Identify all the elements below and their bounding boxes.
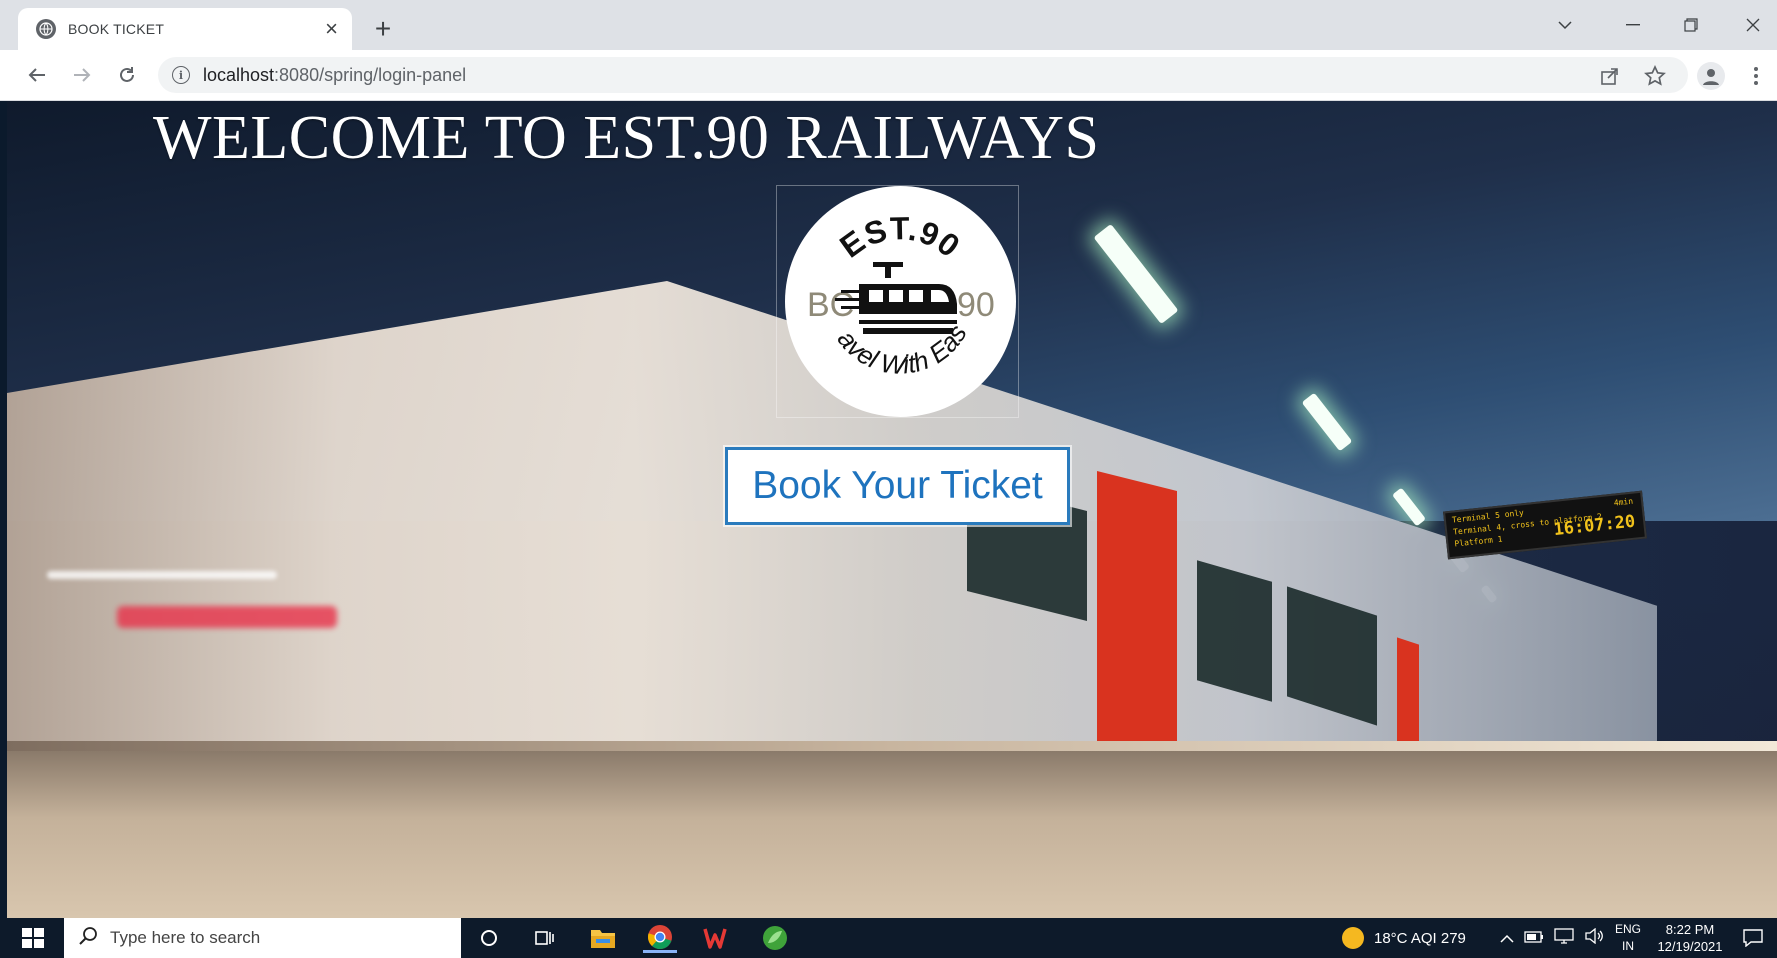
profile-icon[interactable]	[1697, 62, 1725, 90]
chevron-up-icon[interactable]	[1500, 930, 1514, 947]
language-indicator[interactable]: ENG IN	[1608, 921, 1648, 955]
minimize-icon[interactable]	[1610, 8, 1656, 42]
file-explorer-icon[interactable]	[586, 923, 620, 953]
page-title: WELCOME TO EST.90 RAILWAYS	[153, 104, 1100, 172]
windows-start-icon[interactable]	[22, 928, 44, 948]
close-window-icon[interactable]	[1730, 8, 1776, 42]
railway-logo: EST.90 BC 90 avel With Eas	[778, 162, 1016, 417]
logo-frame: EST.90 BC 90 avel With Eas	[776, 162, 1019, 418]
url-host: localhost	[203, 64, 275, 85]
taskbar-search-box[interactable]: Type here to search	[64, 918, 461, 958]
weather-widget[interactable]: 18°C AQI 279	[1342, 918, 1466, 958]
arrow-left-icon[interactable]	[22, 60, 52, 90]
task-view-icon[interactable]	[528, 923, 562, 953]
book-ticket-button[interactable]: Book Your Ticket	[725, 447, 1070, 525]
tab-strip: BOOK TICKET × +	[0, 0, 1777, 50]
clock-time: 8:22 PM	[1665, 922, 1715, 937]
browser-chrome: BOOK TICKET × + i localhost:8080/spring/…	[0, 0, 1777, 101]
train-door	[1397, 637, 1419, 755]
system-tray	[1500, 918, 1604, 958]
new-tab-button[interactable]: +	[368, 13, 398, 44]
toolbar: i localhost:8080/spring/login-panel	[0, 50, 1777, 101]
language-code: ENG	[1614, 922, 1641, 936]
app-leaf-icon[interactable]	[758, 923, 792, 953]
share-icon[interactable]	[1596, 62, 1624, 90]
clock-date: 12/19/2021	[1657, 939, 1723, 954]
address-bar[interactable]: i localhost:8080/spring/login-panel	[158, 57, 1688, 93]
tab-search-icon[interactable]	[1548, 8, 1582, 42]
svg-text:EST.90: EST.90	[833, 210, 967, 265]
taskbar: Type here to search 18°C AQI 279 ENG IN …	[0, 918, 1777, 958]
tab-book-ticket[interactable]: BOOK TICKET ×	[18, 8, 352, 50]
globe-icon	[36, 19, 56, 39]
info-icon[interactable]: i	[172, 66, 190, 84]
url-path: :8080/spring/login-panel	[274, 64, 467, 85]
arrow-right-icon[interactable]	[67, 60, 97, 90]
logo-top-text: EST.90	[833, 210, 966, 265]
battery-icon[interactable]	[1524, 930, 1544, 947]
weather-moon-icon	[1342, 927, 1364, 949]
star-icon[interactable]	[1641, 62, 1669, 90]
chrome-icon[interactable]	[643, 923, 677, 953]
language-region: IN	[1622, 939, 1634, 953]
search-placeholder: Type here to search	[110, 928, 261, 947]
clock[interactable]: 8:22 PM 12/19/2021	[1655, 921, 1725, 955]
close-tab-icon[interactable]: ×	[325, 18, 338, 40]
kebab-menu-icon[interactable]	[1742, 62, 1770, 90]
weather-text: 18°C AQI 279	[1374, 929, 1466, 947]
reload-icon[interactable]	[112, 60, 142, 90]
url-text: localhost:8080/spring/login-panel	[203, 65, 466, 86]
platform	[7, 751, 1777, 918]
logo-right-text: 90	[957, 286, 995, 324]
notification-icon[interactable]	[1736, 923, 1770, 953]
train-window	[1197, 560, 1272, 702]
tab-title: BOOK TICKET	[68, 21, 165, 37]
page-background: Terminal 5 only Terminal 4, cross to pla…	[7, 101, 1777, 918]
train-door	[1097, 471, 1177, 761]
wps-office-icon[interactable]	[700, 923, 734, 953]
search-icon	[78, 926, 98, 951]
restore-icon[interactable]	[1668, 8, 1714, 42]
volume-icon[interactable]	[1584, 927, 1604, 948]
network-icon[interactable]	[1554, 928, 1574, 948]
light-streak	[117, 606, 337, 628]
light-streak	[47, 571, 277, 579]
cortana-icon[interactable]	[472, 923, 506, 953]
